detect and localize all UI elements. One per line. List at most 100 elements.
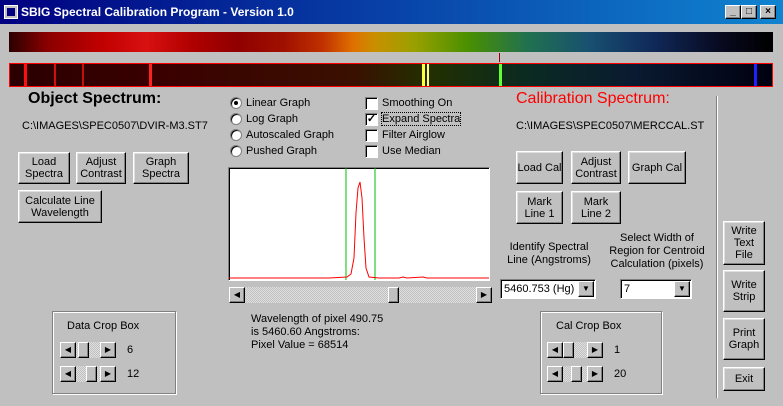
checkbox-use-median[interactable] (365, 145, 378, 158)
centroid-width-label: Select Width of Region for Centroid Calc… (609, 232, 705, 270)
write-text-file-label: Write Text File (731, 225, 757, 261)
radio-pushed-graph-label: Pushed Graph (246, 145, 317, 157)
scroll-thumb[interactable] (78, 342, 89, 358)
object-spectrum-strip (9, 32, 773, 52)
minimize-icon: _ (730, 6, 736, 17)
checkbox-use-median-label: Use Median (382, 145, 441, 157)
graph-cal-label: Graph Cal (631, 161, 683, 174)
checkbox-expand-spectra[interactable]: ✓ (365, 113, 378, 126)
spectral-line (54, 64, 56, 86)
scroll-right-icon[interactable]: ▶ (587, 366, 603, 382)
title-bar: SBIG Spectral Calibration Program - Vers… (0, 0, 783, 24)
radio-autoscaled-graph-label: Autoscaled Graph (246, 129, 335, 141)
print-graph-label: Print Graph (728, 327, 760, 351)
scroll-left-icon[interactable]: ◀ (60, 342, 76, 358)
window-title: SBIG Spectral Calibration Program - Vers… (21, 5, 294, 19)
identify-line-label: Identify Spectral Line (Angstroms) (507, 241, 591, 266)
chevron-down-icon[interactable]: ▼ (674, 281, 690, 297)
object-spectrum-heading: Object Spectrum: (28, 90, 162, 107)
scroll-right-icon[interactable]: ▶ (100, 366, 116, 382)
minimize-button[interactable]: _ (725, 5, 741, 19)
graph-spectra-button[interactable]: Graph Spectra (133, 152, 189, 184)
mark-line-2-label: Mark Line 2 (581, 195, 611, 220)
calibration-spectrum-strip (9, 63, 773, 87)
scroll-right-icon[interactable]: ▶ (587, 342, 603, 358)
cal-crop-value-1: 1 (614, 344, 621, 356)
maximize-icon: □ (745, 6, 753, 17)
load-spectra-button[interactable]: Load Spectra (18, 152, 70, 184)
graph-scrollbar[interactable]: ◀ ▶ (229, 287, 492, 303)
radio-autoscaled-graph[interactable] (230, 129, 242, 141)
cal-crop-scroll-2[interactable]: ◀ ▶ (547, 366, 603, 382)
load-cal-label: Load Cal (517, 161, 562, 174)
graph-spectra-label: Graph Spectra (142, 156, 180, 180)
load-cal-button[interactable]: Load Cal (516, 151, 563, 184)
data-crop-scroll-1[interactable]: ◀ ▶ (60, 342, 116, 358)
app-icon[interactable] (4, 5, 18, 19)
spectral-line (427, 64, 429, 86)
write-strip-button[interactable]: Write Strip (723, 270, 765, 312)
scroll-left-icon[interactable]: ◀ (547, 366, 563, 382)
print-graph-button[interactable]: Print Graph (723, 318, 765, 360)
adjust-cal-contrast-label: Adjust Contrast (575, 155, 617, 180)
mark-line-1-label: Mark Line 1 (524, 195, 555, 220)
checkbox-filter-airglow[interactable] (365, 129, 378, 142)
scroll-thumb[interactable] (86, 366, 97, 382)
scroll-left-icon[interactable]: ◀ (229, 287, 245, 303)
checkbox-smoothing[interactable] (365, 97, 378, 110)
scroll-thumb[interactable] (563, 342, 574, 358)
spectral-line-select-value: 5460.753 (Hg) (504, 283, 575, 295)
pixel-value-readout: Pixel Value = 68514 (251, 339, 349, 351)
write-strip-label: Write Strip (731, 279, 757, 303)
calculate-line-wavelength-label: Calculate Line Wavelength (25, 194, 95, 219)
adjust-contrast-button[interactable]: Adjust Contrast (76, 152, 126, 184)
scroll-left-icon[interactable]: ◀ (60, 366, 76, 382)
cal-crop-value-2: 20 (614, 368, 627, 380)
wavelength-readout-line2: is 5460.60 Angstroms: (251, 326, 360, 338)
adjust-cal-contrast-button[interactable]: Adjust Contrast (571, 151, 621, 184)
scroll-right-icon[interactable]: ▶ (100, 342, 116, 358)
calibration-spectrum-heading: Calibration Spectrum: (516, 90, 670, 107)
spectrum-graph[interactable] (228, 167, 490, 281)
close-button[interactable]: × (760, 5, 776, 19)
graph-scroll-thumb[interactable] (388, 287, 399, 303)
radio-pushed-graph[interactable] (230, 145, 242, 157)
wavelength-readout-line1: Wavelength of pixel 490.75 (251, 313, 384, 325)
spectrum-trace (229, 181, 489, 279)
spectral-line (422, 64, 425, 86)
radio-linear-graph[interactable] (230, 97, 242, 109)
scroll-thumb[interactable] (571, 366, 582, 382)
chevron-down-icon[interactable]: ▼ (578, 281, 594, 297)
checkbox-filter-airglow-label: Filter Airglow (382, 129, 445, 141)
spectral-line (82, 64, 84, 86)
data-crop-value-2: 12 (127, 368, 140, 380)
scroll-left-icon[interactable]: ◀ (547, 342, 563, 358)
centroid-width-select[interactable]: 7 ▼ (620, 279, 692, 299)
data-crop-value-1: 6 (127, 344, 134, 356)
write-text-file-button[interactable]: Write Text File (723, 221, 765, 265)
exit-label: Exit (734, 373, 754, 385)
spectral-line (754, 64, 757, 86)
mark-line-2-button[interactable]: Mark Line 2 (571, 191, 621, 224)
close-icon: × (765, 6, 771, 17)
radio-log-graph-label: Log Graph (246, 113, 298, 125)
data-crop-scroll-2[interactable]: ◀ ▶ (60, 366, 116, 382)
spectral-line-select[interactable]: 5460.753 (Hg) ▼ (500, 279, 596, 299)
calculate-line-wavelength-button[interactable]: Calculate Line Wavelength (18, 190, 102, 223)
scroll-right-icon[interactable]: ▶ (476, 287, 492, 303)
maximize-button[interactable]: □ (741, 5, 757, 19)
spectral-line (149, 64, 152, 86)
load-spectra-label: Load Spectra (25, 156, 63, 180)
object-file-path: C:\IMAGES\SPEC0507\DVIR-M3.ST7 (22, 120, 208, 132)
calibration-file-path: C:\IMAGES\SPEC0507\MERCCAL.ST (516, 120, 705, 132)
exit-button[interactable]: Exit (723, 367, 765, 391)
graph-cal-button[interactable]: Graph Cal (628, 151, 686, 184)
cal-crop-box-title: Cal Crop Box (556, 320, 622, 332)
radio-log-graph[interactable] (230, 113, 242, 125)
data-crop-box-title: Data Crop Box (67, 320, 140, 332)
mark-line-1-button[interactable]: Mark Line 1 (516, 191, 563, 224)
cal-crop-scroll-1[interactable]: ◀ ▶ (547, 342, 603, 358)
adjust-contrast-label: Adjust Contrast (80, 156, 122, 180)
checkbox-smoothing-label: Smoothing On (382, 97, 453, 109)
centroid-width-select-value: 7 (624, 283, 631, 295)
